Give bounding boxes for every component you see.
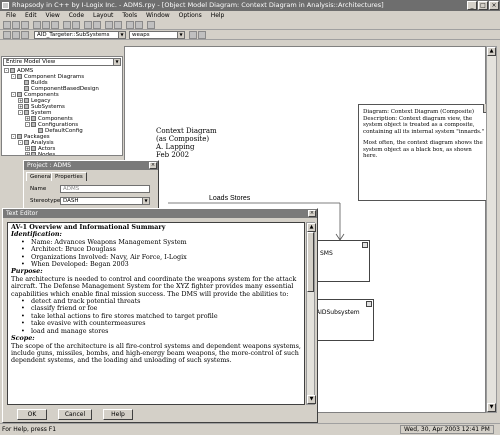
list-item: When Developed: Began 2003 xyxy=(21,260,301,269)
text-editor-scrollbar[interactable]: ▲ ▼ xyxy=(306,222,316,405)
composite-icon xyxy=(366,301,372,307)
name-label: Name xyxy=(30,186,47,192)
scope-text: The scope of the architecture is all fir… xyxy=(11,341,301,365)
chevron-down-icon[interactable]: ▼ xyxy=(142,198,149,204)
project-dialog-title: Project : ADMS xyxy=(27,162,72,169)
tab-properties[interactable]: Properties xyxy=(51,172,87,181)
text-editor-area[interactable]: AV-1 Overview and Informational Summary … xyxy=(7,222,305,405)
purpose-text: The architecture is needed to control an… xyxy=(11,274,297,298)
composite-icon xyxy=(362,242,368,248)
project-dialog: Project : ADMS × General Properties Name… xyxy=(23,160,159,210)
identification-list: Name: Advances Weapons Management System… xyxy=(11,238,301,269)
scroll-up-icon[interactable]: ▲ xyxy=(487,47,496,56)
text-editor-dialog: Text Editor × AV-1 Overview and Informat… xyxy=(2,208,318,423)
stereotype-combo[interactable]: DASH ▼ xyxy=(60,197,150,205)
status-datetime: Wed, 30, Apr 2003 12:41 PM xyxy=(400,425,494,434)
flow-label: Loads Stores xyxy=(209,195,251,202)
text-editor-title: Text Editor xyxy=(6,210,38,217)
context-diagram-label: Context Diagram (as Composite) A. Lappin… xyxy=(156,127,217,159)
aid-subsystem-block[interactable]: AIDSubsystem xyxy=(312,299,374,341)
project-dialog-titlebar: Project : ADMS × xyxy=(24,161,158,170)
diagram-note[interactable]: Diagram: Context Diagram (Composite) Des… xyxy=(358,104,492,201)
note-paragraph: Most often, the context diagram shows th… xyxy=(363,140,483,159)
scroll-down-icon[interactable]: ▼ xyxy=(487,403,496,412)
close-icon[interactable]: × xyxy=(308,210,316,217)
name-field[interactable]: ADMS xyxy=(60,185,150,193)
stereotype-label: Stereotype xyxy=(30,198,61,204)
scroll-up-icon[interactable]: ▲ xyxy=(307,223,316,232)
scroll-down-icon[interactable]: ▼ xyxy=(307,395,316,404)
sms-block[interactable]: SMS xyxy=(316,240,370,282)
help-button[interactable]: Help xyxy=(103,409,133,420)
list-item: load and manage stores xyxy=(21,327,301,336)
canvas-scrollbar[interactable]: ▲ ▼ xyxy=(486,46,497,413)
scroll-thumb[interactable] xyxy=(307,232,314,292)
sms-label: SMS xyxy=(320,250,333,257)
purpose-list: detect and track potential threats class… xyxy=(11,297,301,336)
ok-button[interactable]: OK xyxy=(17,409,47,420)
cancel-button[interactable]: Cancel xyxy=(58,409,92,420)
aid-subsystem-label: AIDSubsystem xyxy=(316,309,360,316)
stereotype-value: DASH xyxy=(63,198,79,204)
close-icon[interactable]: × xyxy=(149,162,157,169)
status-bar: For Help, press F1 Wed, 30, Apr 2003 12:… xyxy=(0,423,500,435)
text-editor-titlebar: Text Editor × xyxy=(3,209,317,218)
status-help-text: For Help, press F1 xyxy=(2,426,57,433)
note-paragraph: Diagram: Context Diagram (Composite) Des… xyxy=(363,109,485,135)
